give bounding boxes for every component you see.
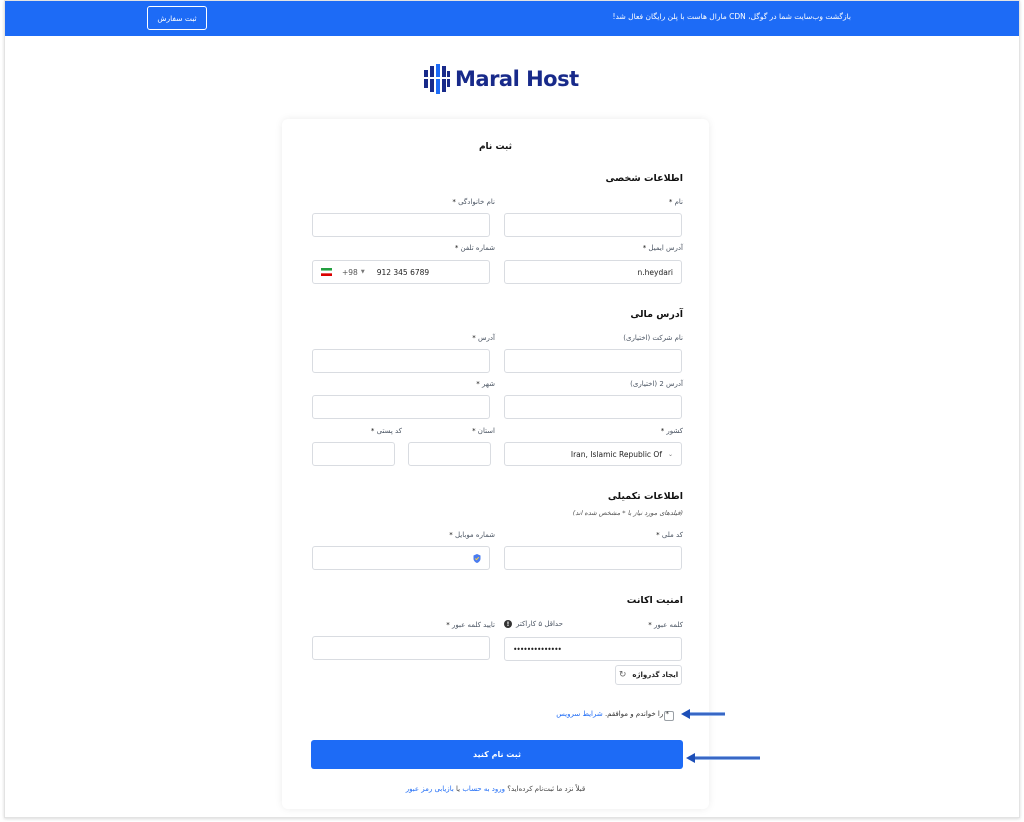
required-star: *	[476, 380, 480, 388]
state-input[interactable]	[408, 442, 491, 466]
address-label-text: آدرس	[478, 334, 495, 342]
last-name-input[interactable]	[312, 213, 490, 237]
first-name-input[interactable]	[504, 213, 682, 237]
password-label-text: کلمه عبور	[654, 621, 683, 629]
national-code-label: کد ملی *	[656, 531, 683, 539]
terms-prefix: را خواندم و موافقم.	[604, 710, 664, 718]
required-star: *	[660, 427, 665, 435]
mobile-input[interactable]	[312, 546, 490, 570]
email-label-text: آدرس ایمیل	[648, 244, 683, 252]
country-select[interactable]: Iran, Islamic Republic Of ⌄	[504, 442, 682, 466]
required-star: *	[668, 198, 673, 206]
state-label-text: استان	[477, 427, 495, 435]
chevron-down-icon: ▼	[360, 269, 365, 275]
section-billing-heading: آدرس مالی	[630, 309, 683, 320]
country-label: کشور *	[661, 427, 683, 435]
form-title: ثبت نام	[478, 142, 513, 152]
required-star: *	[472, 334, 476, 342]
required-star: *	[454, 244, 459, 252]
required-star: *	[446, 621, 450, 629]
first-name-label-text: نام	[674, 198, 683, 206]
server-logo-icon	[423, 64, 451, 94]
terms-link[interactable]: شرایط سرویس	[556, 710, 602, 718]
shield-check-icon	[473, 553, 481, 563]
login-link[interactable]: ورود به حساب	[462, 785, 505, 793]
section-additional-heading: اطلاعات تکمیلی	[607, 491, 683, 502]
login-footer: قبلاً نزد ما ثبت‌نام کرده‌اید؟ ورود به ح…	[282, 785, 709, 793]
required-star: *	[472, 427, 476, 435]
footer-text: قبلاً نزد ما ثبت‌نام کرده‌اید؟	[507, 785, 586, 793]
section-security-heading: امنیت اکانت	[626, 595, 683, 606]
logo-text: Maral Host	[455, 67, 579, 91]
chevron-down-icon: ⌄	[667, 450, 673, 458]
city-label-text: شهر	[482, 380, 495, 388]
password-input[interactable]: ••••••••••••••	[504, 637, 682, 661]
phone-input[interactable]: +98 ▼ 912 345 6789	[312, 260, 490, 284]
country-label-text: کشور	[666, 427, 683, 435]
phone-value: 912 345 6789	[376, 267, 430, 277]
generate-password-label: ایجاد گذرواژه	[632, 671, 679, 679]
address-input[interactable]	[312, 349, 490, 373]
password-hint: حداقل ۵ کاراکتر !	[504, 620, 563, 628]
address-label: آدرس *	[472, 334, 495, 342]
company-label: نام شرکت (اختیاری)	[623, 334, 683, 342]
section-personal-heading: اطلاعات شخصی	[605, 173, 684, 184]
confirm-password-input[interactable]	[312, 636, 490, 660]
postcode-label-text: کد پستی	[376, 427, 402, 435]
phone-label: شماره تلفن *	[455, 244, 495, 252]
national-code-input[interactable]	[504, 546, 682, 570]
terms-star: *	[665, 710, 670, 718]
email-label: آدرس ایمیل *	[643, 244, 683, 252]
required-star: *	[370, 427, 375, 435]
required-star: *	[449, 531, 453, 539]
recover-password-link[interactable]: بازیابی رمز عبور	[406, 785, 454, 793]
info-icon[interactable]: !	[504, 620, 512, 628]
national-code-label-text: کد ملی	[661, 531, 683, 539]
phone-label-text: شماره تلفن	[460, 244, 495, 252]
city-input[interactable]	[312, 395, 490, 419]
required-star: *	[642, 244, 647, 252]
city-label: شهر *	[476, 380, 495, 388]
required-fields-note: (فیلدهای مورد نیاز با * مشخص شده اند)	[572, 509, 683, 517]
company-input[interactable]	[504, 349, 682, 373]
postcode-input[interactable]	[312, 442, 395, 466]
email-input[interactable]: n.heydari	[504, 260, 682, 284]
email-value: n.heydari	[637, 267, 673, 277]
first-name-label: نام *	[669, 198, 683, 206]
annotation-arrow-submit	[686, 753, 760, 763]
announcement-text: بازگشت وب‌سایت شما در گوگل، CDN مارال ها…	[612, 12, 851, 21]
state-label: استان *	[472, 427, 495, 435]
terms-text: * را خواندم و موافقم. شرایط سرویس	[556, 710, 669, 718]
refresh-icon: ↻	[618, 670, 627, 680]
announcement-bar: بازگشت وب‌سایت شما در گوگل، CDN مارال ها…	[5, 1, 1019, 36]
order-button[interactable]: ثبت سفارش	[147, 6, 207, 30]
iran-flag-icon[interactable]	[321, 268, 332, 276]
annotation-arrow-terms	[681, 709, 725, 719]
footer-or: یا	[456, 785, 461, 793]
last-name-label: نام خانوادگی *	[452, 198, 495, 206]
confirm-password-label: تایید کلمه عبور *	[446, 621, 495, 629]
register-submit-button[interactable]: ثبت نام کنید	[311, 740, 683, 769]
address2-label: آدرس 2 (اختیاری)	[630, 380, 683, 388]
address2-input[interactable]	[504, 395, 682, 419]
maral-host-logo[interactable]: Maral Host	[423, 63, 579, 95]
mobile-label: شماره موبایل *	[449, 531, 495, 539]
confirm-password-label-text: تایید کلمه عبور	[451, 621, 495, 629]
last-name-label-text: نام خانوادگی	[458, 198, 495, 206]
page-frame: بازگشت وب‌سایت شما در گوگل، CDN مارال ها…	[4, 0, 1020, 818]
password-hint-text: حداقل ۵ کاراکتر	[516, 620, 563, 628]
phone-country-code: +98	[342, 267, 358, 277]
required-star: *	[656, 531, 660, 539]
password-label: کلمه عبور *	[648, 621, 683, 629]
required-star: *	[648, 621, 652, 629]
mobile-label-text: شماره موبایل	[454, 531, 495, 539]
generate-password-button[interactable]: ↻ ایجاد گذرواژه	[615, 665, 682, 685]
register-card: ثبت نام اطلاعات شخصی نام * نام خانوادگی …	[282, 119, 709, 809]
country-value: Iran, Islamic Republic Of	[570, 449, 662, 459]
postcode-label: کد پستی *	[371, 427, 402, 435]
password-value: ••••••••••••••	[513, 644, 562, 654]
required-star: *	[452, 198, 456, 206]
